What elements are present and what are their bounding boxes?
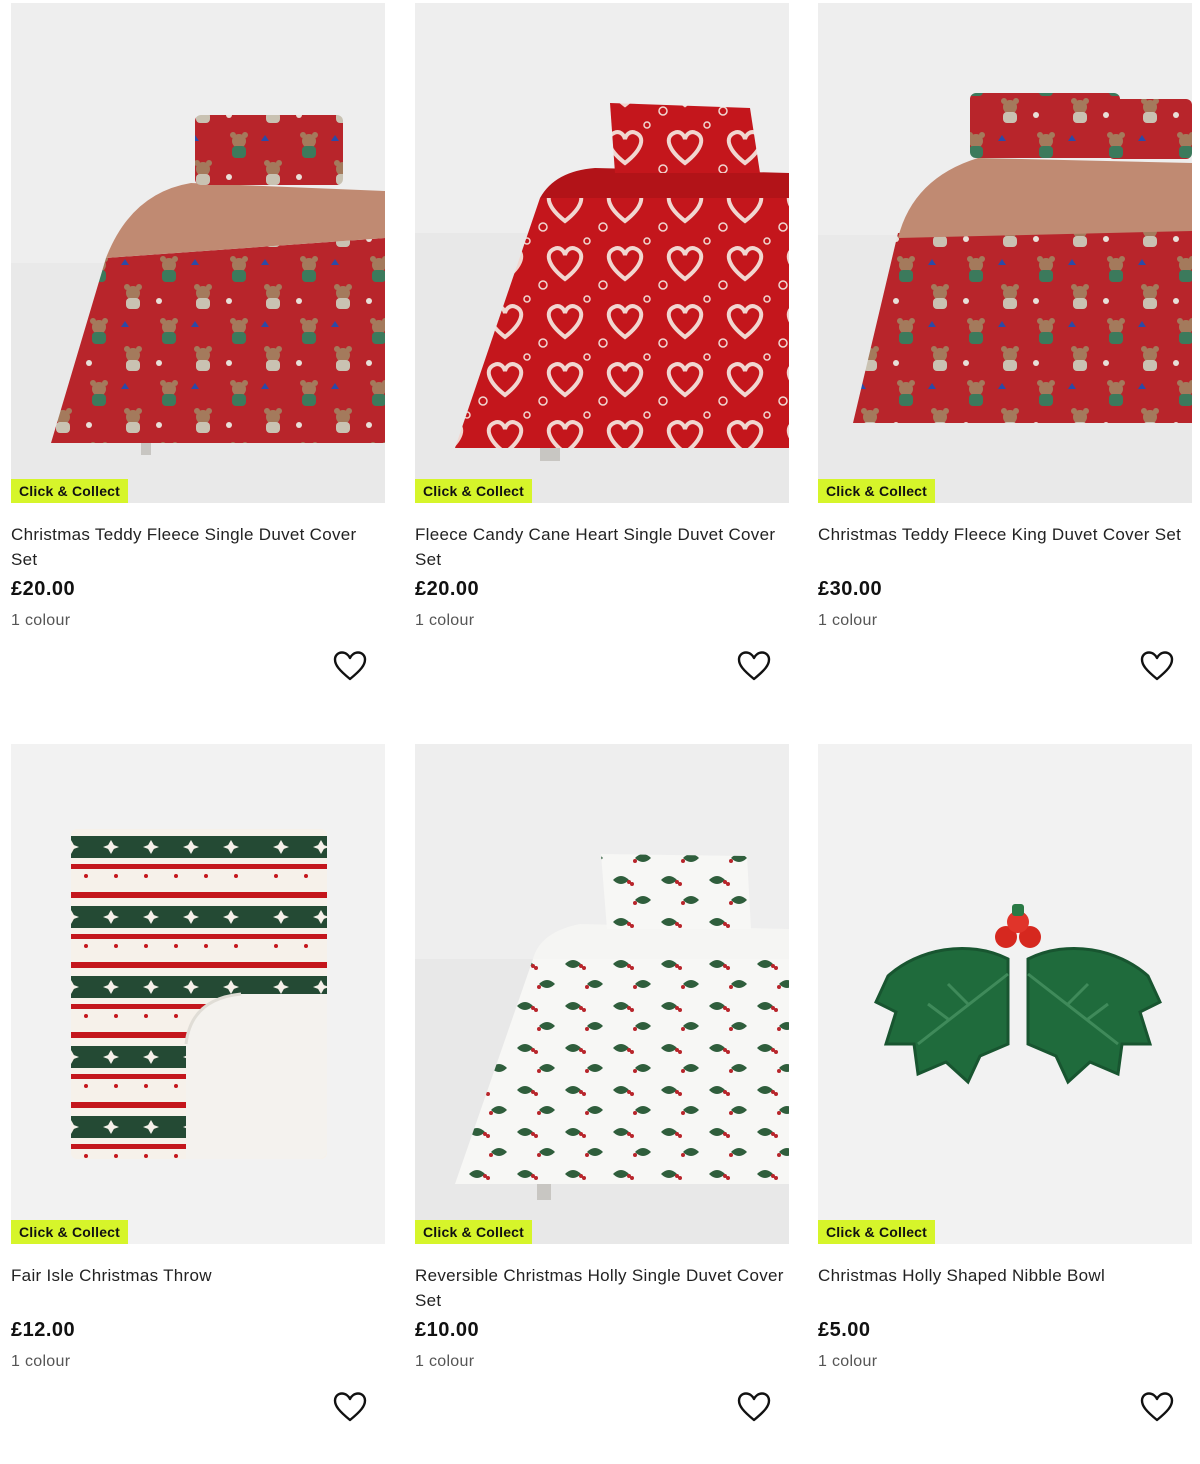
colour-count: 1 colour (11, 1353, 71, 1370)
holly-nibble-bowl-image (818, 744, 1192, 1244)
colour-count: 1 colour (415, 612, 475, 629)
wishlist-button[interactable] (333, 1391, 367, 1423)
click-collect-badge: Click & Collect (11, 1220, 129, 1244)
click-collect-badge: Click & Collect (818, 479, 936, 503)
product-image[interactable] (11, 744, 385, 1244)
product-card[interactable]: Click & Collect Christmas Teddy Fleece S… (11, 3, 385, 723)
heart-outline-icon (1140, 651, 1174, 681)
click-collect-badge: Click & Collect (11, 479, 129, 503)
product-price: £10.00 (415, 1319, 480, 1341)
colour-count: 1 colour (415, 1353, 475, 1370)
product-title[interactable]: Christmas Holly Shaped Nibble Bowl (818, 1263, 1192, 1288)
heart-outline-icon (333, 1392, 367, 1422)
holly-duvet-image (415, 744, 789, 1244)
product-price: £12.00 (11, 1319, 76, 1341)
product-card[interactable]: Click & Collect Christmas Holly Shaped N… (818, 744, 1192, 1464)
wishlist-button[interactable] (1140, 1391, 1174, 1423)
product-price: £20.00 (11, 578, 76, 600)
product-title[interactable]: Christmas Teddy Fleece Single Duvet Cove… (11, 522, 385, 572)
product-title[interactable]: Fleece Candy Cane Heart Single Duvet Cov… (415, 522, 789, 572)
product-card[interactable]: Click & Collect Christmas Teddy Fleece K… (818, 3, 1192, 723)
click-collect-badge: Click & Collect (415, 1220, 533, 1244)
teddy-single-duvet-image (11, 3, 385, 503)
product-image[interactable] (818, 744, 1192, 1244)
heart-outline-icon (737, 651, 771, 681)
product-price: £30.00 (818, 578, 883, 600)
colour-count: 1 colour (818, 1353, 878, 1370)
candy-cane-duvet-image (415, 3, 789, 503)
heart-outline-icon (333, 651, 367, 681)
wishlist-button[interactable] (1140, 650, 1174, 682)
product-title[interactable]: Christmas Teddy Fleece King Duvet Cover … (818, 522, 1192, 547)
product-image[interactable] (415, 744, 789, 1244)
colour-count: 1 colour (11, 612, 71, 629)
product-card[interactable]: Click & Collect Fair Isle Christmas Thro… (11, 744, 385, 1464)
teddy-king-duvet-image (818, 3, 1192, 503)
product-card[interactable]: Click & Collect Reversible Christmas Hol… (415, 744, 789, 1464)
product-image[interactable] (415, 3, 789, 503)
product-title[interactable]: Reversible Christmas Holly Single Duvet … (415, 1263, 789, 1313)
wishlist-button[interactable] (737, 1391, 771, 1423)
product-price: £5.00 (818, 1319, 871, 1341)
click-collect-badge: Click & Collect (415, 479, 533, 503)
click-collect-badge: Click & Collect (818, 1220, 936, 1244)
product-card[interactable]: Click & Collect Fleece Candy Cane Heart … (415, 3, 789, 723)
wishlist-button[interactable] (333, 650, 367, 682)
product-image[interactable] (11, 3, 385, 503)
heart-outline-icon (1140, 1392, 1174, 1422)
product-image[interactable] (818, 3, 1192, 503)
colour-count: 1 colour (818, 612, 878, 629)
heart-outline-icon (737, 1392, 771, 1422)
product-title[interactable]: Fair Isle Christmas Throw (11, 1263, 385, 1288)
fair-isle-throw-image (11, 744, 385, 1244)
product-price: £20.00 (415, 578, 480, 600)
product-grid: Click & Collect Christmas Teddy Fleece S… (0, 0, 1200, 1425)
wishlist-button[interactable] (737, 650, 771, 682)
